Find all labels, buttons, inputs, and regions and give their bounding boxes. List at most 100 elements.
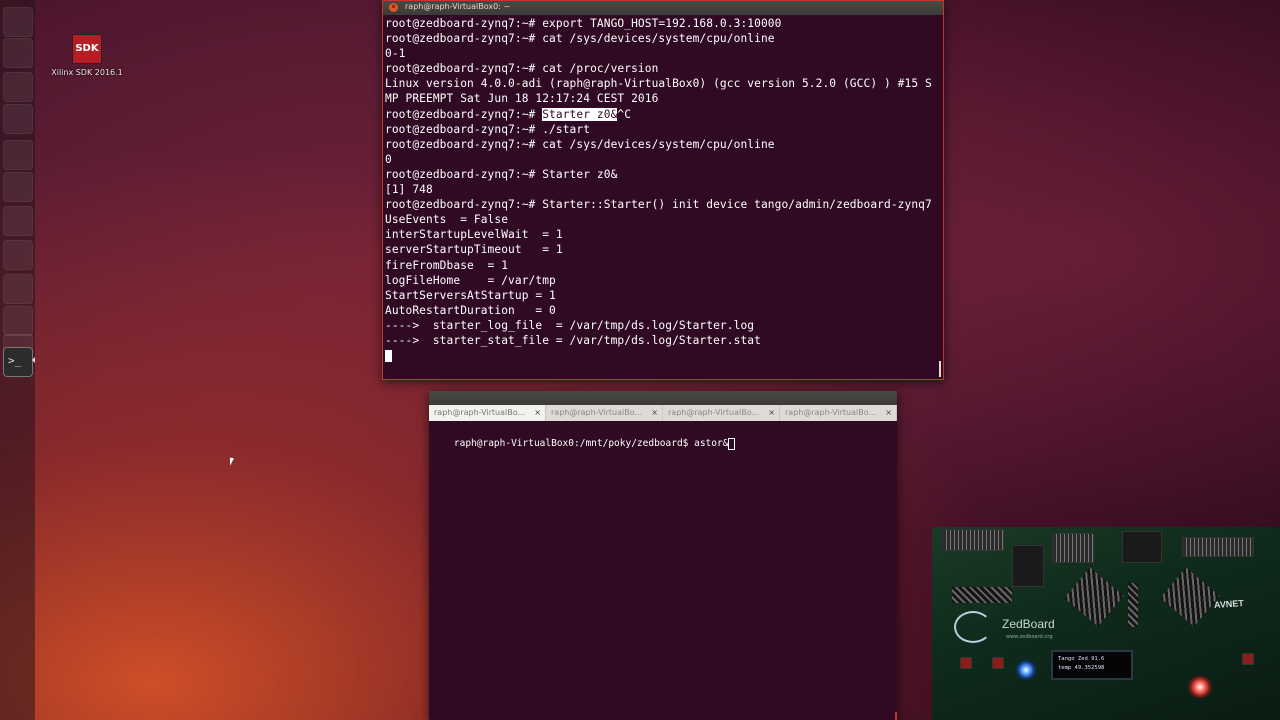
blue-led-icon [1015,660,1037,680]
text-cursor [728,437,736,450]
terminal-line: interStartupLevelWait = 1 [385,227,941,242]
terminal-text: [1] 748 [385,183,433,197]
terminal-text: ----> starter_log_file = /var/tmp/ds.log… [385,318,755,332]
tab-terminal-2[interactable]: raph@raph-VirtualBo... × [546,405,663,421]
chip [1012,545,1044,587]
terminal-line: root@zedboard-zynq7:~# cat /sys/devices/… [385,137,941,152]
settings-icon[interactable] [3,274,33,304]
tab-label: raph@raph-VirtualBo... [785,408,877,417]
selected-text[interactable]: Starter z0& [542,107,618,121]
terminal-text: StartServersAtStartup = 1 [385,288,556,302]
terminal-line: MP PREEMPT Sat Jun 18 12:17:24 CEST 2016 [385,91,941,106]
terminal-line: ----> starter_stat_file = /var/tmp/ds.lo… [385,333,941,348]
window-titlebar[interactable]: ✕ raph@raph-VirtualBox0: ~ [383,1,943,15]
sdk-icon[interactable] [3,240,33,270]
terminal-line: [1] 748 [385,182,941,197]
terminal-line: 0-1 [385,46,941,61]
terminal-line: root@zedboard-zynq7:~# export TANGO_HOST… [385,16,941,31]
terminal-text: fireFromDbase = 1 [385,258,509,272]
scrollbar[interactable] [939,361,941,377]
pin-header [1128,583,1138,627]
terminal-text: root@zedboard-zynq7:~# cat /proc/version [385,62,659,76]
zedboard-brand: ZedBoard [1002,617,1055,631]
zedboard-url: www.zedboard.org [1006,634,1053,640]
close-tab-icon[interactable]: × [885,405,892,421]
push-button [960,657,972,669]
red-led-icon [1187,676,1213,698]
terminal-line: root@zedboard-zynq7:~# Starter::Starter(… [385,197,941,212]
terminal-text: root@zedboard-zynq7:~# [385,107,543,121]
terminal-text: serverStartupTimeout = 1 [385,243,563,257]
software-center-icon[interactable] [3,206,33,236]
window-title: raph@raph-VirtualBox0: ~ [405,2,511,11]
oled-line: Tango Zed 91.6 [1058,656,1105,662]
terminal-line: root@zedboard-zynq7:~# Starter z0&^C [385,107,941,122]
zedboard-logo-icon [954,611,992,643]
tab-terminal-4[interactable]: raph@raph-VirtualBo... × [780,405,897,421]
close-icon[interactable]: ✕ [389,3,398,12]
terminal-window-main[interactable]: ✕ raph@raph-VirtualBox0: ~ root@zedboard… [382,0,944,380]
terminal-output[interactable]: raph@raph-VirtualBox0:/mnt/poky/zedboard… [431,424,891,463]
mouse-pointer-icon [230,457,234,467]
chip [942,529,1004,551]
virtualbox-icon[interactable] [3,306,33,336]
oled-display: Tango Zed 91.6 temp 49.352598 [1051,650,1133,680]
chip [1182,537,1254,557]
launcher: >_ [0,0,35,720]
push-button [1242,653,1254,665]
terminal-prompt-line: raph@raph-VirtualBox0:/mnt/poky/zedboard… [453,438,729,449]
desktop-icon-xilinx-sdk[interactable]: SDK Xilinx SDK 2016.1 [50,34,124,77]
close-tab-icon[interactable]: × [768,405,775,421]
terminal-line: UseEvents = False [385,212,941,227]
oled-line: temp 49.352598 [1058,665,1105,671]
text-cursor [385,350,392,363]
terminal-output[interactable]: root@zedboard-zynq7:~# export TANGO_HOST… [385,16,941,376]
terminal-line [385,348,941,363]
terminal-text: interStartupLevelWait = 1 [385,228,563,242]
terminal-line: root@zedboard-zynq7:~# Starter z0& [385,167,941,182]
terminal-text: root@zedboard-zynq7:~# export TANGO_HOST… [385,17,782,30]
tab-terminal-1[interactable]: raph@raph-VirtualBo... × [429,405,546,421]
launcher-active-indicator [32,357,35,363]
terminal-text: ^C [617,107,632,121]
sdk-icon: SDK [72,34,102,64]
window-titlebar[interactable] [429,391,897,405]
terminal-text: root@zedboard-zynq7:~# cat /sys/devices/… [385,137,775,151]
terminal-line: root@zedboard-zynq7:~# ./start [385,122,941,137]
libreoffice-writer-icon[interactable] [3,104,33,134]
terminal-text: 0-1 [385,47,406,61]
terminal-text: root@zedboard-zynq7:~# ./start [385,122,591,136]
tab-label: raph@raph-VirtualBo... [551,408,643,417]
libreoffice-impress-icon[interactable] [3,172,33,202]
terminal-text: AutoRestartDuration = 0 [385,303,556,317]
close-tab-icon[interactable]: × [651,405,658,421]
push-button [992,657,1004,669]
dash-icon[interactable] [3,7,33,37]
close-tab-icon[interactable]: × [534,405,541,421]
libreoffice-calc-icon[interactable] [3,140,33,170]
terminal-text: root@zedboard-zynq7:~# Starter z0& [385,167,618,181]
pin-header [952,587,1012,603]
tab-terminal-3[interactable]: raph@raph-VirtualBo... × [663,405,780,421]
terminal-line: StartServersAtStartup = 1 [385,288,941,303]
tab-bar: raph@raph-VirtualBo... × raph@raph-Virtual… [429,405,897,421]
terminal-text: MP PREEMPT Sat Jun 18 12:17:24 CEST 2016 [385,92,659,106]
tab-label: raph@raph-VirtualBo... [668,408,760,417]
terminal-text: UseEvents = False [385,213,509,227]
terminal-window-tabbed[interactable]: raph@raph-VirtualBo... × raph@raph-Virtual… [429,391,897,720]
terminal-line: logFileHome = /var/tmp [385,273,941,288]
terminal-text: 0 [385,152,392,166]
terminal-line: ----> starter_log_file = /var/tmp/ds.log… [385,318,941,333]
terminal-line: AutoRestartDuration = 0 [385,303,941,318]
files-icon[interactable] [3,38,33,68]
terminal-line: serverStartupTimeout = 1 [385,242,941,257]
terminal-text: logFileHome = /var/tmp [385,273,556,287]
desktop-icon-label: Xilinx SDK 2016.1 [51,68,123,77]
firefox-icon[interactable] [3,72,33,102]
terminal-glyph: >_ [8,354,22,367]
terminal-icon[interactable]: >_ [3,347,33,377]
terminal-line: root@zedboard-zynq7:~# cat /sys/devices/… [385,31,941,46]
terminal-text: root@zedboard-zynq7:~# cat /sys/devices/… [385,32,775,46]
avnet-logo: AVNET [1213,597,1245,611]
scrollbar[interactable] [895,712,897,720]
